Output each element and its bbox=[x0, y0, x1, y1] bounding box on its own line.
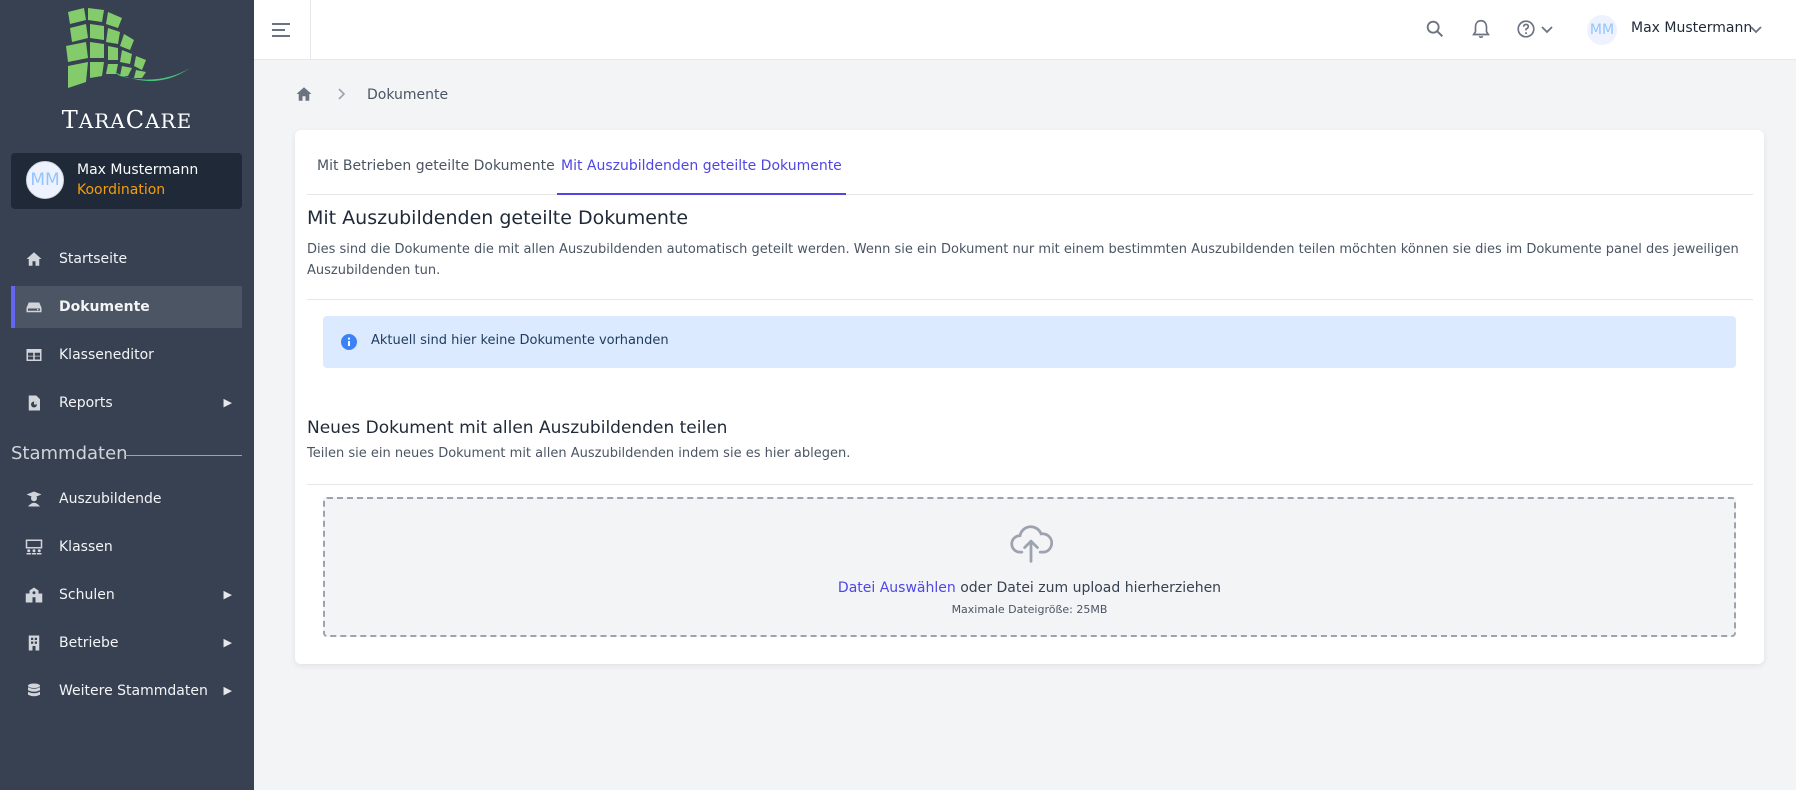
building-icon bbox=[28, 635, 40, 651]
home-icon[interactable] bbox=[295, 85, 313, 103]
sidebar-item-label: Betriebe bbox=[59, 635, 119, 651]
sidebar-item-startseite[interactable]: Startseite bbox=[11, 238, 242, 280]
dropzone-text: Datei Auswählen oder Datei zum upload hi… bbox=[325, 580, 1734, 596]
chevron-right-icon bbox=[338, 88, 346, 100]
sidebar-item-label: Reports bbox=[59, 395, 113, 411]
divider bbox=[307, 484, 1753, 485]
table-icon bbox=[26, 349, 42, 361]
sidebar: TARACARE MM Max Mustermann Koordination … bbox=[0, 0, 254, 790]
divider bbox=[307, 299, 1753, 300]
file-dropzone[interactable]: Datei Auswählen oder Datei zum upload hi… bbox=[323, 497, 1736, 637]
sidebar-item-label: Klasseneditor bbox=[59, 347, 154, 363]
avatar[interactable]: MM bbox=[1587, 15, 1617, 45]
hamburger-icon bbox=[272, 23, 290, 37]
dropzone-hint: oder Datei zum upload hierherziehen bbox=[955, 580, 1222, 596]
sidebar-item-label: Auszubildende bbox=[59, 491, 162, 507]
sidebar-item-klasseneditor[interactable]: Klasseneditor bbox=[11, 334, 242, 376]
taracare-logo[interactable]: TARACARE bbox=[0, 6, 254, 134]
sidebar-item-label: Dokumente bbox=[59, 299, 150, 315]
avatar: MM bbox=[26, 161, 64, 199]
info-alert: Aktuell sind hier keine Dokumente vorhan… bbox=[323, 316, 1736, 368]
max-file-size: Maximale Dateigröße: 25MB bbox=[951, 603, 1108, 616]
home-icon bbox=[26, 252, 42, 266]
sidebar-item-schulen[interactable]: Schulen ▶ bbox=[11, 574, 242, 616]
upload-description: Teilen sie ein neues Dokument mit allen … bbox=[307, 446, 851, 461]
expand-arrow-icon: ▶ bbox=[223, 588, 232, 601]
school-icon bbox=[25, 587, 43, 603]
expand-arrow-icon: ▶ bbox=[223, 684, 232, 697]
report-icon bbox=[28, 395, 40, 411]
user-role: Koordination bbox=[77, 182, 166, 198]
info-icon bbox=[341, 334, 357, 350]
documents-card: Mit Betrieben geteilte Dokumente Mit Aus… bbox=[295, 130, 1764, 664]
sidebar-item-label: Klassen bbox=[59, 539, 113, 555]
sidebar-item-betriebe[interactable]: Betriebe ▶ bbox=[11, 622, 242, 664]
topbar-user-name[interactable]: Max Mustermann bbox=[1631, 20, 1752, 36]
chevron-down-icon[interactable] bbox=[1749, 18, 1763, 40]
page-description: Dies sind die Dokumente die mit allen Au… bbox=[307, 242, 1739, 278]
logo-leaf-icon bbox=[66, 8, 190, 88]
sidebar-item-label: Weitere Stammdaten bbox=[59, 683, 208, 699]
sidebar-item-dokumente[interactable]: Dokumente bbox=[11, 286, 242, 328]
breadcrumb-current: Dokumente bbox=[367, 87, 449, 103]
expand-arrow-icon: ▶ bbox=[223, 636, 232, 649]
sidebar-item-klassen[interactable]: Klassen bbox=[11, 526, 242, 568]
expand-arrow-icon: ▶ bbox=[223, 396, 232, 409]
cloud-upload-icon bbox=[1010, 525, 1053, 563]
info-text: Aktuell sind hier keine Dokumente vorhan… bbox=[371, 333, 669, 348]
section-divider bbox=[124, 455, 242, 456]
sidebar-item-reports[interactable]: Reports ▶ bbox=[11, 382, 242, 424]
tab-betriebe-dokumente[interactable]: Mit Betrieben geteilte Dokumente bbox=[313, 158, 559, 195]
classroom-icon bbox=[25, 539, 43, 555]
tab-auszubildenden-dokumente[interactable]: Mit Auszubildenden geteilte Dokumente bbox=[557, 158, 846, 195]
page-title: Mit Auszubildenden geteilte Dokumente bbox=[307, 207, 689, 229]
search-icon[interactable] bbox=[1424, 18, 1446, 40]
drive-icon bbox=[26, 302, 42, 313]
bell-icon[interactable] bbox=[1470, 18, 1492, 40]
help-icon[interactable] bbox=[1515, 18, 1537, 40]
sidebar-item-weitere-stammdaten[interactable]: Weitere Stammdaten ▶ bbox=[11, 670, 242, 712]
database-icon bbox=[28, 683, 40, 697]
graduate-icon bbox=[26, 491, 42, 507]
select-file-link[interactable]: Datei Auswählen bbox=[838, 580, 956, 596]
topbar: MM Max Mustermann bbox=[254, 0, 1796, 60]
tab-bar: Mit Betrieben geteilte Dokumente Mit Aus… bbox=[307, 130, 1753, 195]
sidebar-item-label: Startseite bbox=[59, 251, 128, 267]
user-card[interactable]: MM Max Mustermann Koordination bbox=[11, 153, 242, 209]
upload-title: Neues Dokument mit allen Auszubildenden … bbox=[307, 418, 728, 438]
menu-toggle-button[interactable] bbox=[254, 0, 311, 60]
section-title-stammdaten: Stammdaten bbox=[11, 443, 128, 464]
chevron-down-icon[interactable] bbox=[1540, 18, 1554, 40]
brand-name: TARACARE bbox=[61, 106, 193, 134]
sidebar-item-label: Schulen bbox=[59, 587, 115, 603]
sidebar-item-auszubildende[interactable]: Auszubildende bbox=[11, 478, 242, 520]
user-name: Max Mustermann bbox=[77, 162, 199, 178]
